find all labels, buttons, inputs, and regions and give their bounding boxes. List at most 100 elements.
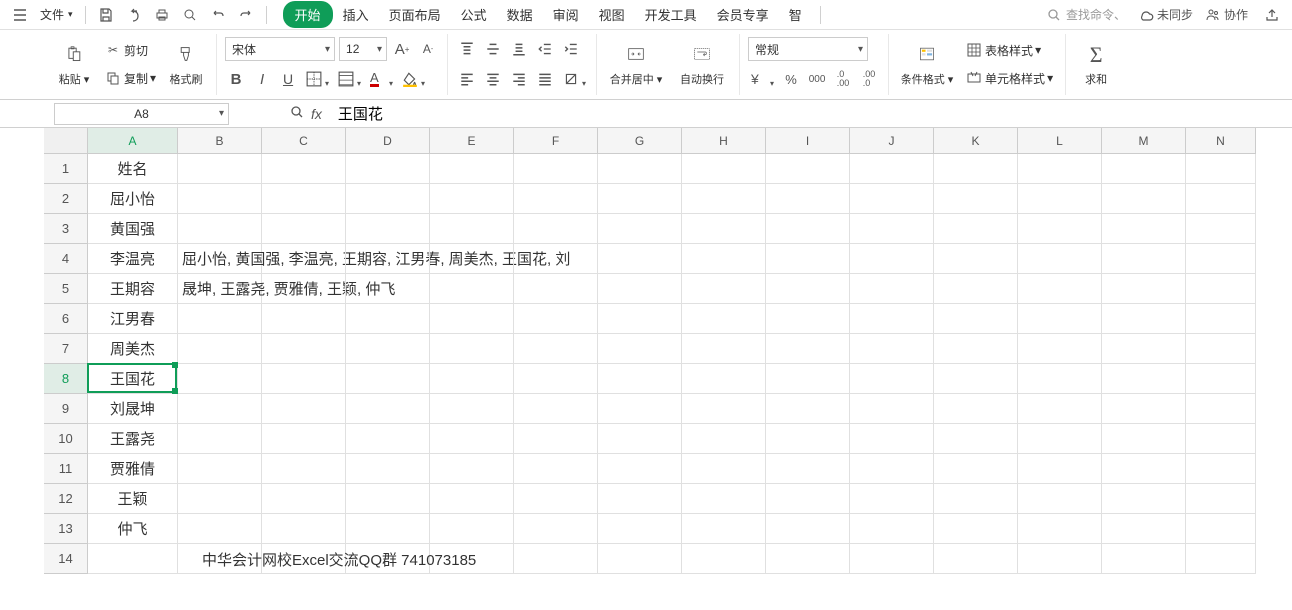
cell-B6[interactable] [178, 304, 262, 334]
cell-B2[interactable] [178, 184, 262, 214]
cell-F11[interactable] [514, 454, 598, 484]
cell-F3[interactable] [514, 214, 598, 244]
cell-B7[interactable] [178, 334, 262, 364]
cell-F1[interactable] [514, 154, 598, 184]
cell-C2[interactable] [262, 184, 346, 214]
cell-F7[interactable] [514, 334, 598, 364]
cell-D13[interactable] [346, 514, 430, 544]
undo-icon[interactable] [122, 3, 146, 27]
cell-I1[interactable] [766, 154, 850, 184]
cell-N11[interactable] [1186, 454, 1256, 484]
cell-H9[interactable] [682, 394, 766, 424]
cell-B12[interactable] [178, 484, 262, 514]
cell-G11[interactable] [598, 454, 682, 484]
cell-J12[interactable] [850, 484, 934, 514]
font-color-icon[interactable]: A [367, 68, 395, 90]
cell-F14[interactable] [514, 544, 598, 574]
cell-G9[interactable] [598, 394, 682, 424]
cell-J3[interactable] [850, 214, 934, 244]
cell-D12[interactable] [346, 484, 430, 514]
cell-C5[interactable] [262, 274, 346, 304]
cell-style-button[interactable]: 单元格样式 ▾ [961, 67, 1057, 89]
cell-F10[interactable] [514, 424, 598, 454]
cell-G13[interactable] [598, 514, 682, 544]
percent-icon[interactable]: % [780, 68, 802, 90]
cell-I4[interactable] [766, 244, 850, 274]
cell-J10[interactable] [850, 424, 934, 454]
table-style-button[interactable]: 表格样式 ▾ [961, 39, 1057, 61]
row-header-7[interactable]: 7 [44, 334, 88, 364]
row-header-3[interactable]: 3 [44, 214, 88, 244]
cell-E9[interactable] [430, 394, 514, 424]
cell-M13[interactable] [1102, 514, 1186, 544]
fill-pattern-icon[interactable] [335, 68, 363, 90]
cell-J1[interactable] [850, 154, 934, 184]
tab-data[interactable]: 数据 [497, 0, 543, 29]
cell-G6[interactable] [598, 304, 682, 334]
align-top-icon[interactable] [456, 38, 478, 60]
cell-I12[interactable] [766, 484, 850, 514]
cell-J7[interactable] [850, 334, 934, 364]
cell-C1[interactable] [262, 154, 346, 184]
cell-K1[interactable] [934, 154, 1018, 184]
cell-K12[interactable] [934, 484, 1018, 514]
cell-F13[interactable] [514, 514, 598, 544]
decrease-font-icon[interactable]: A- [417, 38, 439, 60]
cell-D4[interactable] [346, 244, 430, 274]
cell-B8[interactable] [178, 364, 262, 394]
tab-member[interactable]: 会员专享 [707, 0, 779, 29]
cell-D1[interactable] [346, 154, 430, 184]
cell-K2[interactable] [934, 184, 1018, 214]
cell-D6[interactable] [346, 304, 430, 334]
cell-J14[interactable] [850, 544, 934, 574]
share-icon[interactable] [1260, 3, 1284, 27]
sync-button[interactable]: 未同步 [1138, 6, 1193, 23]
cell-B3[interactable] [178, 214, 262, 244]
cell-C13[interactable] [262, 514, 346, 544]
increase-indent-icon[interactable] [560, 38, 582, 60]
align-center-icon[interactable] [482, 68, 504, 90]
cell-M2[interactable] [1102, 184, 1186, 214]
merge-center-button[interactable]: 合并居中 ▾ [605, 34, 667, 94]
cell-M5[interactable] [1102, 274, 1186, 304]
cell-N9[interactable] [1186, 394, 1256, 424]
underline-icon[interactable]: U [277, 68, 299, 90]
cell-I11[interactable] [766, 454, 850, 484]
cell-G10[interactable] [598, 424, 682, 454]
cell-E6[interactable] [430, 304, 514, 334]
search-box[interactable]: 查找命令、 [1046, 6, 1126, 23]
copy-button[interactable]: 复制 ▾ [100, 67, 160, 89]
row-header-9[interactable]: 9 [44, 394, 88, 424]
col-header-G[interactable]: G [598, 128, 682, 154]
cell-I5[interactable] [766, 274, 850, 304]
col-header-E[interactable]: E [430, 128, 514, 154]
cell-A8[interactable]: 王国花 [88, 364, 178, 394]
cell-F9[interactable] [514, 394, 598, 424]
cell-L6[interactable] [1018, 304, 1102, 334]
col-header-F[interactable]: F [514, 128, 598, 154]
cell-D7[interactable] [346, 334, 430, 364]
cell-L5[interactable] [1018, 274, 1102, 304]
tab-insert[interactable]: 插入 [333, 0, 379, 29]
cell-L3[interactable] [1018, 214, 1102, 244]
align-bottom-icon[interactable] [508, 38, 530, 60]
cell-N10[interactable] [1186, 424, 1256, 454]
cell-K5[interactable] [934, 274, 1018, 304]
cell-A9[interactable]: 刘晟坤 [88, 394, 178, 424]
cell-E13[interactable] [430, 514, 514, 544]
cell-H14[interactable] [682, 544, 766, 574]
cell-N4[interactable] [1186, 244, 1256, 274]
cell-L11[interactable] [1018, 454, 1102, 484]
cell-L8[interactable] [1018, 364, 1102, 394]
tab-home[interactable]: 开始 [283, 1, 333, 28]
cell-M14[interactable] [1102, 544, 1186, 574]
cell-N1[interactable] [1186, 154, 1256, 184]
cell-E1[interactable] [430, 154, 514, 184]
fx-icon[interactable]: fx [311, 106, 322, 122]
col-header-D[interactable]: D [346, 128, 430, 154]
cell-H6[interactable] [682, 304, 766, 334]
cell-A11[interactable]: 贾雅倩 [88, 454, 178, 484]
cell-D10[interactable] [346, 424, 430, 454]
cell-K11[interactable] [934, 454, 1018, 484]
cell-A10[interactable]: 王露尧 [88, 424, 178, 454]
